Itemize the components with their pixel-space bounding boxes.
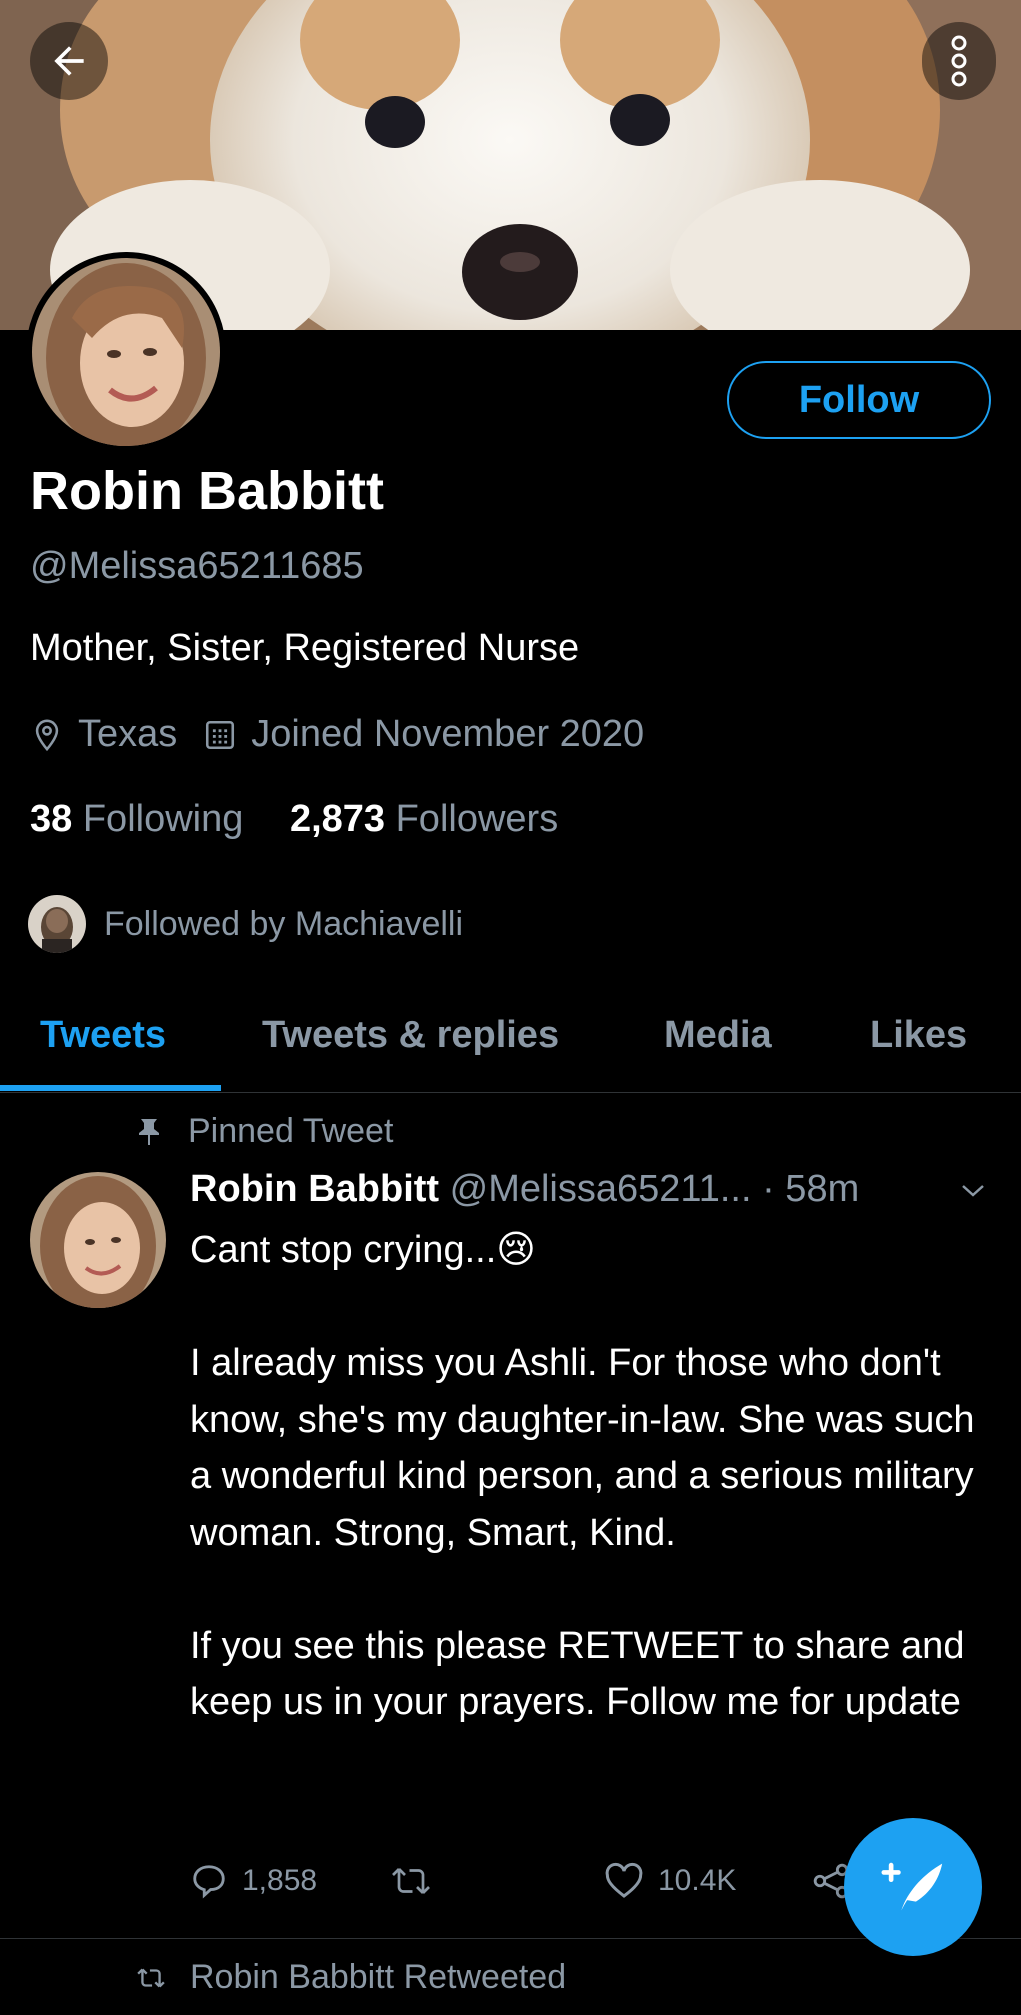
pinned-text: Pinned Tweet [188, 1112, 394, 1150]
followed-by-text: Followed by Machiavelli [104, 904, 464, 943]
chevron-down-icon [962, 1185, 984, 1197]
like-count: 10.4K [658, 1864, 737, 1897]
retweet-icon [392, 1868, 430, 1894]
tweet-author-name[interactable]: Robin Babbitt [190, 1168, 439, 1210]
following-count: 38 [30, 798, 73, 840]
tweet-header: Robin Babbitt @Melissa65211... · 58m [190, 1168, 859, 1211]
location-text: Texas [78, 713, 178, 755]
tab-media[interactable]: Media [664, 1014, 772, 1057]
joined-date: Joined November 2020 [203, 713, 644, 756]
profile-tabs: Tweets Tweets & replies Media Likes [0, 1000, 1021, 1093]
following-link[interactable]: 38 Following [30, 798, 243, 840]
profile-bio: Mother, Sister, Registered Nurse [30, 627, 580, 669]
follow-button[interactable]: Follow [727, 361, 991, 439]
tab-tweets[interactable]: Tweets [40, 1014, 166, 1057]
heart-icon [605, 1862, 643, 1898]
avatar-image [32, 258, 220, 446]
crying-emoji-icon: 😢 [496, 1229, 536, 1271]
followers-link[interactable]: 2,873 Followers [290, 798, 558, 840]
followers-count: 2,873 [289, 798, 386, 840]
followed-by-row[interactable]: Followed by Machiavelli [28, 895, 463, 953]
tweet-body[interactable]: Cant stop crying...😢 I already miss you … [190, 1222, 990, 1731]
active-tab-indicator [0, 1085, 221, 1091]
retweet-button[interactable] [390, 1862, 446, 1900]
tweet-author-avatar[interactable] [30, 1172, 166, 1308]
tab-likes[interactable]: Likes [870, 1014, 967, 1057]
tweet-line1: Cant stop crying...😢 [190, 1222, 990, 1279]
tweet-paragraph3: If you see this please RETWEET to share … [190, 1624, 965, 1724]
calendar-icon [206, 720, 235, 749]
location-pin-icon [35, 719, 59, 751]
retweet-icon [137, 1968, 165, 1987]
retweeted-label: Robin Babbitt Retweeted [136, 1958, 566, 1997]
reply-button[interactable]: 1,858 [190, 1862, 317, 1900]
pinned-label: Pinned Tweet [138, 1112, 393, 1151]
followers-label: Followers [395, 798, 559, 840]
profile-meta: Texas Joined November 2020 [30, 713, 670, 756]
joined-text: Joined November 2020 [251, 713, 645, 755]
reply-count: 1,858 [242, 1864, 318, 1897]
back-button[interactable] [30, 22, 108, 100]
more-vertical-icon [951, 35, 967, 87]
pin-icon [139, 1118, 159, 1145]
arrow-left-icon [54, 46, 84, 76]
retweeted-text: Robin Babbitt Retweeted [190, 1958, 567, 1996]
follow-counts: 38 Following 2,873 Followers [30, 798, 594, 841]
following-label: Following [82, 798, 244, 840]
tweet-author-handle[interactable]: @Melissa65211... [450, 1168, 752, 1210]
location: Texas [30, 713, 177, 756]
tweet-line1-text: Cant stop crying... [190, 1229, 497, 1271]
profile-name: Robin Babbitt [30, 461, 384, 521]
follower-avatar [28, 895, 86, 953]
tweet-paragraph2: I already miss you Ashli. For those who … [190, 1342, 975, 1554]
compose-tweet-button[interactable] [844, 1818, 982, 1956]
tweet-time: · 58m [762, 1168, 860, 1210]
more-options-button[interactable] [922, 22, 996, 100]
tweet-menu-button[interactable] [960, 1182, 986, 1205]
profile-handle: @Melissa65211685 [30, 545, 364, 587]
profile-avatar[interactable] [26, 252, 226, 452]
tab-tweets-replies[interactable]: Tweets & replies [262, 1014, 559, 1057]
reply-icon [193, 1865, 225, 1899]
like-button[interactable]: 10.4K [604, 1862, 736, 1900]
compose-feather-icon [881, 1862, 943, 1911]
